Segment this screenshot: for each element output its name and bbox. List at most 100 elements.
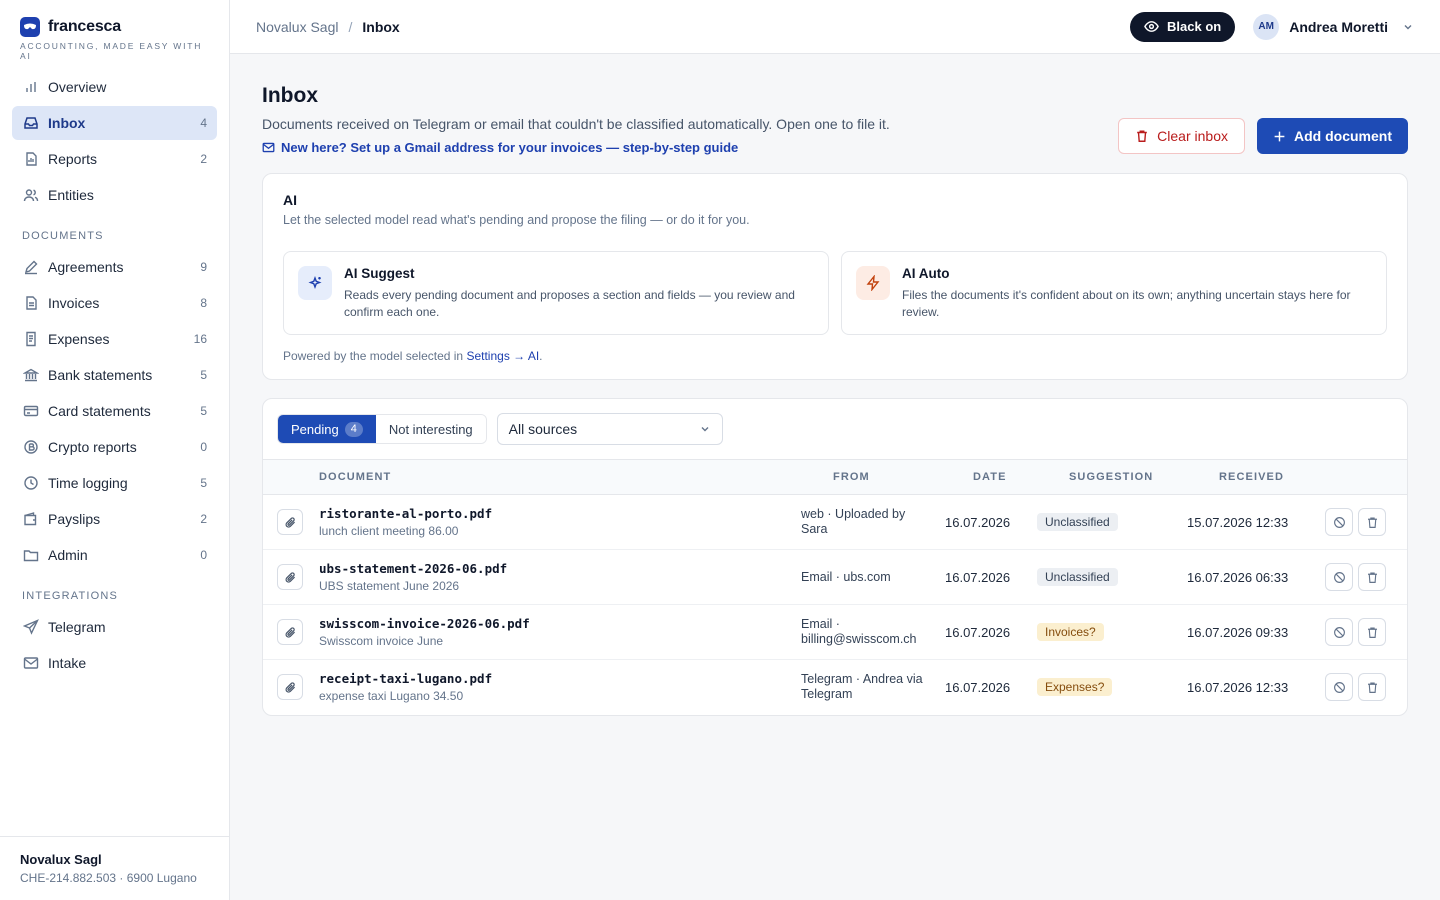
sidebar-item-card-statements[interactable]: Card statements 5 bbox=[12, 394, 217, 428]
from-cell: web · Uploaded by Sara bbox=[801, 495, 941, 550]
sidebar-item-inbox[interactable]: Inbox 4 bbox=[12, 106, 217, 140]
sidebar-nav: Overview Inbox 4 Reports 2 Entities DOCU… bbox=[0, 70, 229, 682]
sidebar-item-entities[interactable]: Entities bbox=[12, 178, 217, 212]
delete-button[interactable] bbox=[1358, 563, 1386, 591]
table-row[interactable]: ristorante-al-porto.pdf lunch client meet… bbox=[263, 495, 1407, 550]
sidebar-item-overview[interactable]: Overview bbox=[12, 70, 217, 104]
dismiss-button[interactable] bbox=[1325, 673, 1353, 702]
status-segmented-control: Pending 4 Not interesting bbox=[277, 414, 487, 444]
ai-subtitle: Let the selected model read what's pendi… bbox=[283, 213, 750, 227]
delete-button[interactable] bbox=[1358, 618, 1386, 646]
guide-link-text: New here? Set up a Gmail address for you… bbox=[281, 140, 739, 155]
received-cell: 16.07.2026 09:33 bbox=[1187, 624, 1289, 640]
table-row[interactable]: swisscom-invoice-2026-06.pdf Swisscom inv… bbox=[263, 605, 1407, 660]
source-select-value: All sources bbox=[508, 421, 578, 437]
ai-auto-desc: Files the documents it's confident about… bbox=[902, 288, 1351, 319]
ai-panel: AI Let the selected model read what's pe… bbox=[262, 173, 1408, 380]
company-footer[interactable]: Novalux Sagl CHE-214.882.503 · 6900 Luga… bbox=[0, 836, 229, 900]
dismiss-button[interactable] bbox=[1325, 563, 1353, 591]
inbox-table-card: Pending 4 Not interesting All sources DO… bbox=[262, 398, 1408, 716]
table-row[interactable]: ubs-statement-2026-06.pdf UBS statement J… bbox=[263, 550, 1407, 605]
gmail-guide-link[interactable]: New here? Set up a Gmail address for you… bbox=[262, 140, 890, 155]
sidebar-item-expenses[interactable]: Expenses 16 bbox=[12, 322, 217, 356]
col-document-header[interactable]: DOCUMENT bbox=[319, 460, 801, 495]
sidebar-item-agreements[interactable]: Agreements 9 bbox=[12, 250, 217, 284]
powered-by-note: Powered by the model selected in Setting… bbox=[283, 349, 1387, 363]
user-menu[interactable]: AM Andrea Moretti bbox=[1253, 13, 1414, 40]
sidebar-item-label: Invoices bbox=[48, 295, 100, 311]
date-cell: 16.07.2026 bbox=[945, 569, 1011, 585]
suggestion-badge: Unclassified bbox=[1037, 568, 1118, 586]
chevron-down-icon bbox=[1402, 21, 1414, 33]
sidebar-item-telegram[interactable]: Telegram bbox=[12, 610, 217, 644]
settings-ai-link[interactable]: Settings → AI bbox=[466, 349, 539, 363]
mask-icon bbox=[20, 17, 40, 37]
sidebar-item-intake[interactable]: Intake bbox=[12, 646, 217, 680]
tab-pending-label: Pending bbox=[291, 421, 339, 437]
company-name: Novalux Sagl bbox=[20, 852, 102, 867]
tab-not-interesting[interactable]: Not interesting bbox=[375, 415, 486, 443]
mail-icon bbox=[262, 141, 275, 154]
file-name[interactable]: swisscom-invoice-2026-06.pdf bbox=[319, 616, 801, 631]
sidebar-item-bank-statements[interactable]: Bank statements 5 bbox=[12, 358, 217, 392]
table-body: ristorante-al-porto.pdf lunch client meet… bbox=[263, 495, 1407, 715]
sidebar-item-count: 9 bbox=[200, 260, 207, 274]
black-on-toggle[interactable]: Black on bbox=[1130, 11, 1236, 42]
tab-pending[interactable]: Pending 4 bbox=[278, 415, 376, 443]
breadcrumb-company[interactable]: Novalux Sagl bbox=[256, 19, 339, 35]
sidebar-item-time-logging[interactable]: Time logging 5 bbox=[12, 466, 217, 500]
dismiss-button[interactable] bbox=[1325, 618, 1353, 646]
add-document-button[interactable]: Add document bbox=[1257, 118, 1408, 154]
clear-inbox-button[interactable]: Clear inbox bbox=[1118, 118, 1245, 154]
source-select[interactable]: All sources bbox=[496, 413, 723, 445]
documents-heading: DOCUMENTS bbox=[22, 230, 104, 242]
sidebar-item-payslips[interactable]: Payslips 2 bbox=[12, 502, 217, 536]
paperclip-icon bbox=[277, 619, 303, 645]
delete-button[interactable] bbox=[1358, 508, 1386, 536]
file-name[interactable]: receipt-taxi-lugano.pdf bbox=[319, 671, 801, 686]
paperclip-icon bbox=[277, 564, 303, 590]
ai-auto-option[interactable]: AI Auto Files the documents it's confide… bbox=[841, 251, 1387, 335]
file-name[interactable]: ubs-statement-2026-06.pdf bbox=[319, 561, 801, 576]
folder-icon bbox=[22, 546, 40, 564]
sidebar-item-crypto-reports[interactable]: Crypto reports 0 bbox=[12, 430, 217, 464]
toggle-label: Black on bbox=[1167, 19, 1222, 34]
delete-button[interactable] bbox=[1358, 673, 1386, 702]
receipt-icon bbox=[22, 330, 40, 348]
file-name[interactable]: ristorante-al-porto.pdf bbox=[319, 506, 801, 521]
date-cell: 16.07.2026 bbox=[945, 514, 1011, 530]
sidebar-item-label: Agreements bbox=[48, 259, 124, 275]
table-row[interactable]: receipt-taxi-lugano.pdf expense taxi Luga… bbox=[263, 660, 1407, 715]
from-cell: Email · billing@swisscom.ch bbox=[801, 605, 941, 660]
col-suggestion-header[interactable]: SUGGESTION bbox=[1037, 460, 1187, 495]
col-actions-header bbox=[1325, 460, 1407, 495]
ai-auto-title: AI Auto bbox=[902, 266, 950, 281]
powered-prefix: Powered by the model selected in bbox=[283, 349, 464, 363]
sidebar-item-invoices[interactable]: Invoices 8 bbox=[12, 286, 217, 320]
paperclip-icon bbox=[277, 509, 303, 535]
col-from-header[interactable]: FROM bbox=[801, 460, 941, 495]
clock-icon bbox=[22, 474, 40, 492]
from-cell: Telegram · Andrea via Telegram bbox=[801, 660, 941, 715]
sidebar-item-count: 16 bbox=[193, 332, 207, 346]
sidebar-item-label: Payslips bbox=[48, 511, 101, 527]
ai-suggest-option[interactable]: AI Suggest Reads every pending document … bbox=[283, 251, 829, 335]
sidebar-item-count: 4 bbox=[200, 116, 207, 130]
col-received-header[interactable]: RECEIVED bbox=[1187, 460, 1325, 495]
sidebar-item-label: Reports bbox=[48, 151, 98, 167]
inbox-icon bbox=[22, 114, 40, 132]
main: Novalux Sagl / Inbox Black on AM Andrea … bbox=[230, 0, 1440, 900]
from-line-1: web · Uploaded by bbox=[801, 507, 906, 521]
sidebar-item-admin[interactable]: Admin 0 bbox=[12, 538, 217, 572]
sidebar-item-label: Time logging bbox=[48, 475, 128, 491]
col-date-header[interactable]: DATE bbox=[941, 460, 1037, 495]
send-icon bbox=[22, 618, 40, 636]
from-line-1: Telegram · Andrea via bbox=[801, 672, 923, 687]
page-description: Documents received on Telegram or email … bbox=[262, 116, 890, 132]
sidebar-item-reports[interactable]: Reports 2 bbox=[12, 142, 217, 176]
wallet-icon bbox=[22, 510, 40, 528]
file-note: expense taxi Lugano 34.50 bbox=[319, 689, 464, 704]
dismiss-button[interactable] bbox=[1325, 508, 1353, 536]
sidebar-item-label: Entities bbox=[48, 187, 94, 203]
integrations-heading: INTEGRATIONS bbox=[22, 590, 119, 602]
